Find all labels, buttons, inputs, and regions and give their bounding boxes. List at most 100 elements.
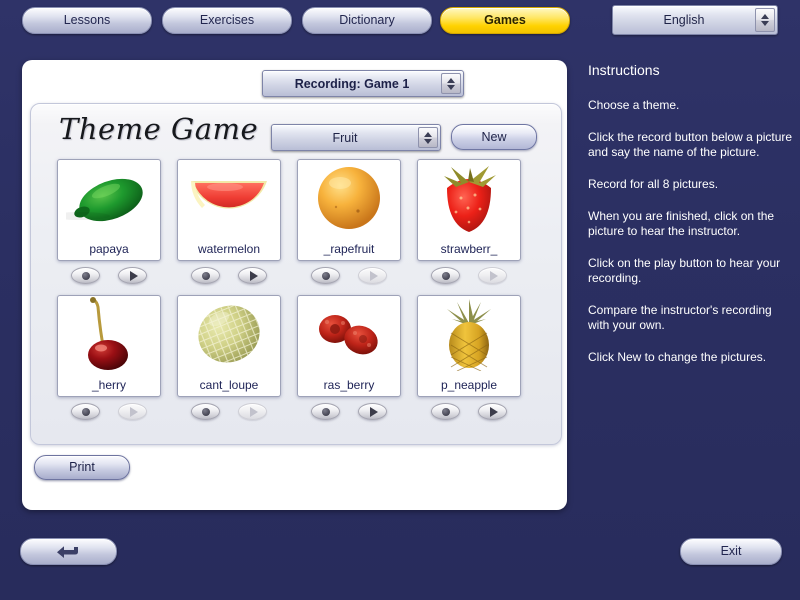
record-button[interactable] [71,403,100,420]
microphone-icon [81,407,90,416]
play-button [238,403,267,420]
picture-card-cherry[interactable]: _herry [57,295,161,397]
microphone-icon [201,407,210,416]
return-arrow-icon [56,545,78,558]
theme-stepper-arrows[interactable] [418,127,438,148]
record-button[interactable] [431,403,460,420]
watermelon-image [178,162,280,234]
picture-card-cantaloupe[interactable]: cant_loupe [177,295,281,397]
microphone-icon [321,271,330,280]
tab-lessons[interactable]: Lessons [22,7,152,34]
audio-button-row [57,403,161,420]
instruction-paragraph: Click New to change the pictures. [588,350,767,364]
theme-game-panel: Theme Game Fruit New papaya watermelon _… [30,103,562,445]
picture-card-grapefruit[interactable]: _rapefruit [297,159,401,261]
page-title: Theme Game [59,112,259,146]
play-triangle-icon [489,406,498,417]
instructions-title: Instructions [588,62,660,78]
play-triangle-icon [249,406,258,417]
picture-card-raspberry[interactable]: ras_berry [297,295,401,397]
grapefruit-image [298,162,400,234]
microphone-icon [81,271,90,280]
picture-row: _herry cant_loupe ras_berry p_neapple [57,295,537,420]
play-triangle-icon [249,270,258,281]
cherry-image [58,297,160,370]
play-button [478,267,507,284]
record-button[interactable] [191,403,220,420]
record-button[interactable] [311,267,340,284]
play-button[interactable] [358,403,387,420]
play-button[interactable] [478,403,507,420]
raspberry-image [298,298,400,370]
tab-games[interactable]: Games [440,7,570,34]
picture-cell: ras_berry [297,295,401,420]
chevron-down-icon [761,21,769,26]
cantaloupe-image [178,298,280,370]
strawberry-image [418,162,520,234]
microphone-icon [321,407,330,416]
tab-dictionary[interactable]: Dictionary [302,7,432,34]
picture-cell: p_neapple [417,295,521,420]
chevron-up-icon [761,14,769,19]
microphone-icon [441,407,450,416]
play-button[interactable] [118,267,147,284]
audio-button-row [177,267,281,284]
picture-label: _herry [91,378,126,392]
instruction-paragraph: When you are finished, click on the pict… [588,209,775,238]
microphone-icon [201,271,210,280]
tab-exercises[interactable]: Exercises [162,7,292,34]
theme-select-value: Fruit [332,130,358,145]
picture-card-pineapple[interactable]: p_neapple [417,295,521,397]
record-button[interactable] [431,267,460,284]
play-button[interactable] [238,267,267,284]
chevron-down-icon [424,138,432,144]
play-triangle-icon [369,270,378,281]
instructions-body: Choose a theme. Click the record button b… [588,98,793,365]
audio-button-row [297,267,401,284]
audio-button-row [177,403,281,420]
picture-card-papaya[interactable]: papaya [57,159,161,261]
papaya-image [58,162,160,234]
audio-button-row [57,267,161,284]
microphone-icon [441,271,450,280]
record-button[interactable] [191,267,220,284]
play-triangle-icon [129,406,138,417]
picture-cell: _rapefruit [297,159,401,284]
chevron-up-icon [424,131,432,137]
chevron-up-icon [447,77,455,83]
picture-label: watermelon [197,242,261,256]
record-button[interactable] [71,267,100,284]
instructions-panel: Instructions Choose a theme. Click the re… [588,62,793,382]
play-triangle-icon [489,270,498,281]
exit-button[interactable]: Exit [680,538,782,565]
theme-select[interactable]: Fruit [271,124,441,151]
audio-button-row [417,403,521,420]
record-button[interactable] [311,403,340,420]
language-select[interactable]: English [612,5,778,35]
play-triangle-icon [369,406,378,417]
instruction-paragraph: Click on the play button to hear your re… [588,256,781,285]
picture-cell: papaya [57,159,161,284]
back-button[interactable] [20,538,117,565]
top-navigation-bar: Lessons Exercises Dictionary Games Engli… [0,0,800,40]
language-stepper-arrows[interactable] [755,8,775,32]
picture-label: p_neapple [440,378,498,392]
recording-select[interactable]: Recording: Game 1 [262,70,464,97]
picture-card-strawberry[interactable]: strawberr_ [417,159,521,261]
audio-button-row [297,403,401,420]
instruction-paragraph: Record for all 8 pictures. [588,177,719,191]
picture-cell: _herry [57,295,161,420]
picture-cell: watermelon [177,159,281,284]
picture-label: _rapefruit [323,242,375,256]
print-button[interactable]: Print [34,455,130,480]
play-triangle-icon [129,270,138,281]
recording-stepper-arrows[interactable] [441,73,461,94]
new-button[interactable]: New [451,124,537,150]
picture-cell: strawberr_ [417,159,521,284]
instruction-paragraph: Click the record button below a picture … [588,130,793,159]
picture-cell: cant_loupe [177,295,281,420]
picture-card-watermelon[interactable]: watermelon [177,159,281,261]
pineapple-image [418,298,520,371]
instruction-paragraph: Compare the instructor's recording with … [588,303,772,332]
audio-button-row [417,267,521,284]
